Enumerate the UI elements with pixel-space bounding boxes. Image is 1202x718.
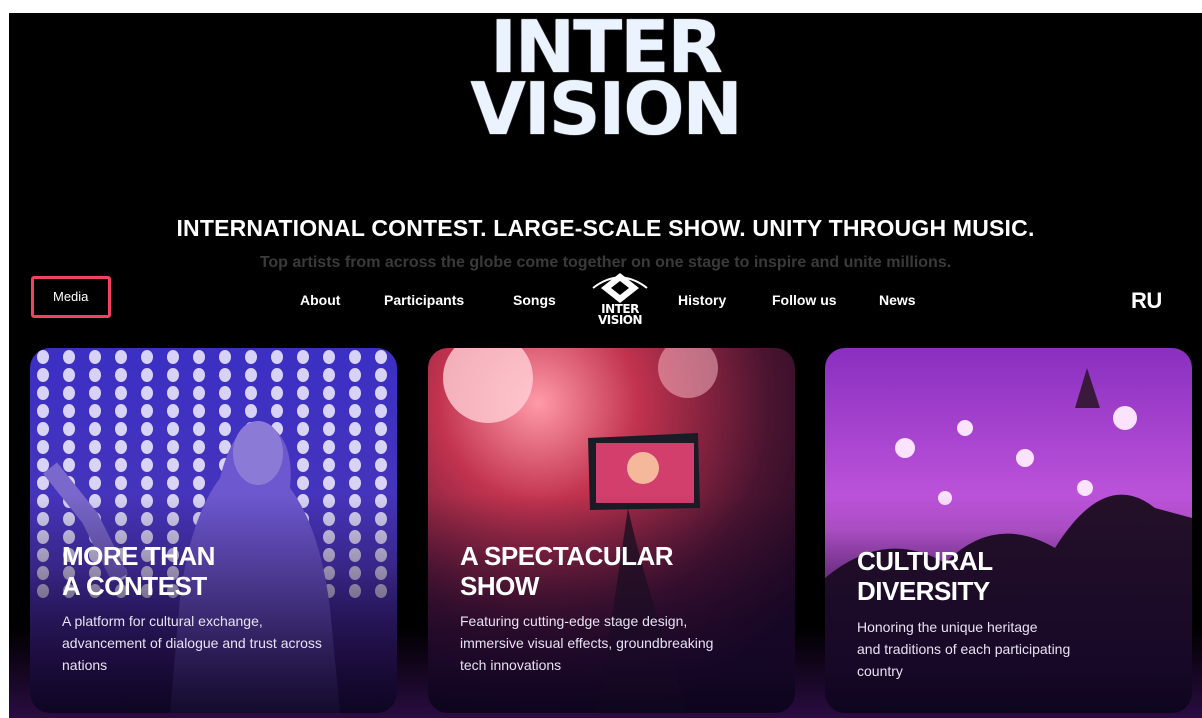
diamond-eye-icon xyxy=(592,273,648,303)
nav-songs[interactable]: Songs xyxy=(513,292,556,308)
page: INTER VISION INTERNATIONAL CONTEST. LARG… xyxy=(9,13,1202,718)
card-title: A SPECTACULAR SHOW xyxy=(460,541,674,601)
card-description: A platform for cultural exchange, advanc… xyxy=(62,613,322,673)
logo-line-2: VISION xyxy=(470,67,743,151)
nav-logo-text: INTER VISION xyxy=(597,302,643,327)
card-description: Featuring cutting-edge stage design, imm… xyxy=(460,613,714,673)
card-title: MORE THAN A CONTEST xyxy=(62,541,215,601)
nav-home-logo[interactable]: INTER VISION xyxy=(589,271,651,335)
media-button[interactable]: Media xyxy=(31,276,111,318)
nav-history[interactable]: History xyxy=(678,292,726,308)
nav-about[interactable]: About xyxy=(300,292,340,308)
card-cultural-diversity[interactable]: CULTURAL DIVERSITY Honoring the unique h… xyxy=(825,348,1192,713)
card-title: CULTURAL DIVERSITY xyxy=(857,546,993,606)
nav-follow-us[interactable]: Follow us xyxy=(772,292,837,308)
nav-participants[interactable]: Participants xyxy=(384,292,464,308)
card-description: Honoring the unique heritage and traditi… xyxy=(857,619,1071,679)
card-more-than-contest[interactable]: MORE THAN A CONTEST A platform for cultu… xyxy=(30,348,397,713)
card-spectacular-show[interactable]: A SPECTACULAR SHOW Featuring cutting-edg… xyxy=(428,348,795,713)
hero-tagline: INTERNATIONAL CONTEST. LARGE-SCALE SHOW.… xyxy=(176,215,1035,241)
intervision-logo: INTER VISION xyxy=(9,13,1202,151)
hero-subtitle: Top artists from across the globe come t… xyxy=(259,254,952,271)
nav-news[interactable]: News xyxy=(879,292,916,308)
language-switch[interactable]: RU xyxy=(1131,288,1162,314)
